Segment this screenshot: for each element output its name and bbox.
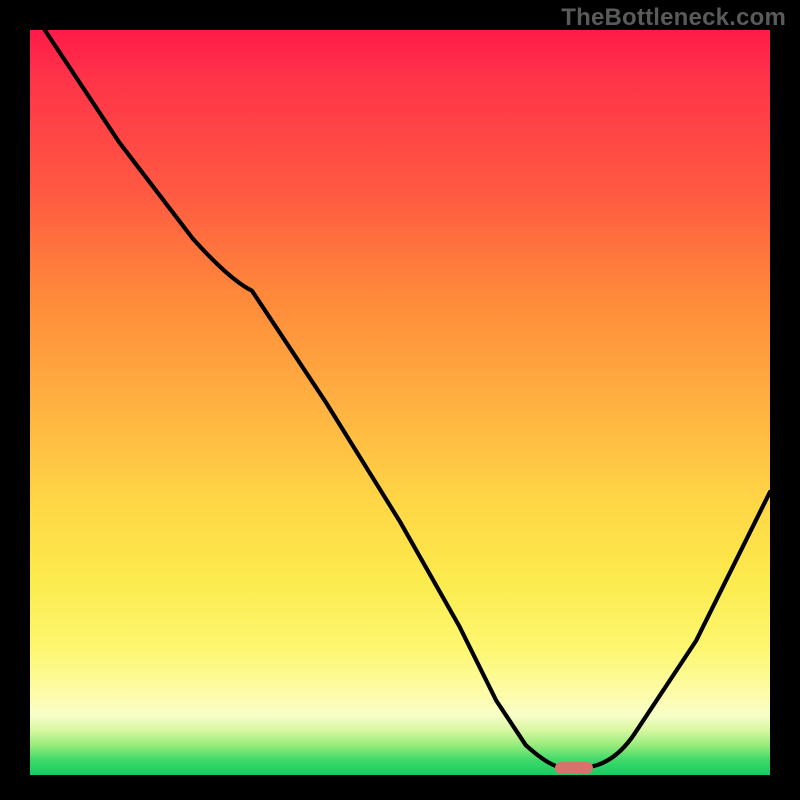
bottleneck-curve [30, 30, 770, 775]
watermark-text: TheBottleneck.com [561, 4, 786, 32]
chart-container: TheBottleneck.com [0, 0, 800, 800]
minimum-marker [555, 762, 593, 774]
